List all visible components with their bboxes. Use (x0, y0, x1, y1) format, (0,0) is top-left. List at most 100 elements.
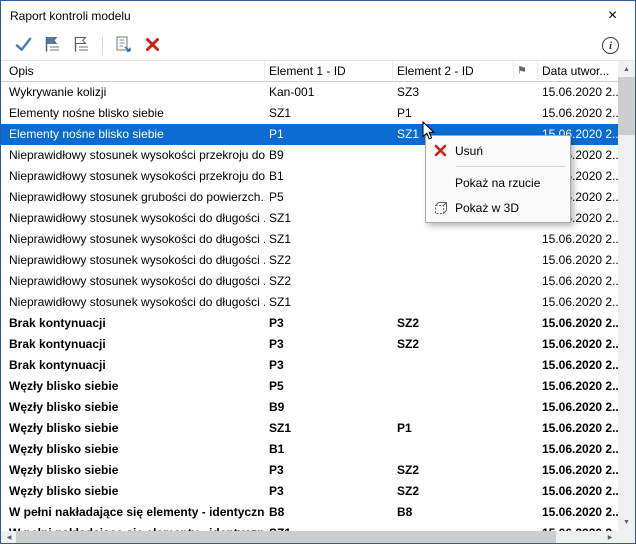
menu-item-label: Pokaż na rzucie (455, 175, 541, 190)
delete-x-icon (145, 37, 160, 55)
cell-el2: B8 (397, 505, 413, 519)
cell-el1: SZ2 (269, 274, 292, 288)
cell-opis: Węzły blisko siebie (9, 463, 119, 477)
table-row[interactable]: Węzły blisko siebie P3 SZ2 15.06.2020 2... (1, 460, 618, 481)
add-flag-button[interactable] (39, 34, 66, 58)
cell-flag (514, 229, 538, 250)
cell-el2 (393, 229, 514, 250)
cell-el1: SZ1 (269, 421, 292, 435)
table-row[interactable]: Nieprawidłowy stosunek wysokości do dług… (1, 292, 618, 313)
table-row[interactable]: Węzły blisko siebie SZ1 P1 15.06.2020 2... (1, 418, 618, 439)
cell-el1: B1 (269, 169, 284, 183)
delete-button[interactable] (139, 34, 166, 58)
cell-opis: Nieprawidłowy stosunek wysokości przekro… (9, 169, 265, 183)
table-row[interactable]: Nieprawidłowy stosunek wysokości do dług… (1, 271, 618, 292)
vertical-scroll-thumb[interactable] (618, 77, 635, 135)
column-header-element1[interactable]: Element 1 - ID (265, 61, 393, 81)
menu-item-pokaz-na-rzucie[interactable]: Pokaż na rzucie (426, 170, 570, 195)
cell-date: 15.06.2020 2... (542, 421, 618, 435)
cell-opis: Nieprawidłowy stosunek wysokości do dług… (9, 253, 265, 267)
column-header-element2[interactable]: Element 2 - ID (393, 61, 514, 81)
table-row[interactable]: Węzły blisko siebie B1 15.06.2020 2... (1, 439, 618, 460)
cell-el2 (393, 523, 514, 531)
scroll-up-arrow[interactable]: ▲ (618, 62, 635, 77)
context-menu: Usuń Pokaż na rzucie Pokaż w 3D (425, 135, 571, 223)
cell-date: 15.06.2020 2... (542, 442, 618, 456)
cell-date: 15.06.2020 2... (542, 85, 618, 99)
table-row[interactable]: Wykrywanie kolizji Kan-001 SZ3 15.06.2020 2… (1, 82, 618, 103)
table-row[interactable]: Nieprawidłowy stosunek wysokości do dług… (1, 229, 618, 250)
table-row[interactable]: Brak kontynuacji P3 15.06.2020 2... (1, 355, 618, 376)
remove-flag-button[interactable] (68, 34, 95, 58)
cell-el2: P1 (397, 106, 412, 120)
scroll-left-arrow[interactable]: ◀ (2, 531, 16, 543)
horizontal-scroll-thumb[interactable] (16, 531, 556, 543)
cell-el2: SZ2 (397, 463, 420, 477)
menu-item-label: Usuń (455, 143, 484, 158)
cell-el2: SZ2 (397, 316, 420, 330)
toolbar-separator (102, 36, 103, 55)
cell-el2 (393, 397, 514, 418)
close-button[interactable]: × (590, 1, 635, 31)
cell-el2: SZ2 (397, 484, 420, 498)
column-header-flag-icon[interactable]: ⚑ (514, 61, 538, 81)
cell-opis: Brak kontynuacji (9, 337, 106, 351)
cell-opis: Nieprawidłowy stosunek wysokości do dług… (9, 295, 265, 309)
table-row[interactable]: Elementy nośne blisko siebie SZ1 P1 15.06.2… (1, 103, 618, 124)
cell-flag (514, 313, 538, 334)
cell-opis: Wykrywanie kolizji (9, 85, 107, 99)
table-row[interactable]: W pełni nakładające się elementy - ident… (1, 523, 618, 531)
table-row[interactable]: Węzły blisko siebie P3 SZ2 15.06.2020 2... (1, 481, 618, 502)
cell-opis: Węzły blisko siebie (9, 379, 119, 393)
cell-date: 15.06.2020 2... (542, 379, 618, 393)
column-header-date[interactable]: Data utwor... (538, 61, 618, 81)
cell-el1: P3 (269, 484, 284, 498)
table-row[interactable]: Nieprawidłowy stosunek wysokości do dług… (1, 250, 618, 271)
table-row[interactable]: Brak kontynuacji P3 SZ2 15.06.2020 2... (1, 313, 618, 334)
column-header-opis[interactable]: Opis (1, 61, 265, 81)
vertical-scrollbar[interactable]: ▲ ▼ (618, 61, 635, 531)
horizontal-scrollbar[interactable]: ◀ ▶ (1, 531, 618, 543)
cell-opis: Węzły blisko siebie (9, 484, 119, 498)
cell-date: 15.06.2020 2... (542, 253, 618, 267)
cell-opis: W pełni nakładające się elementy - ident… (1, 523, 265, 531)
delete-x-icon (426, 144, 455, 157)
cell-el2 (393, 292, 514, 313)
cell-opis: Nieprawidłowy stosunek wysokości przekro… (9, 148, 265, 162)
cell-el1: P3 (269, 358, 284, 372)
cell-el1: SZ1 (269, 106, 292, 120)
cell-el2 (393, 355, 514, 376)
table-row[interactable]: Węzły blisko siebie P5 15.06.2020 2... (1, 376, 618, 397)
menu-item-usun[interactable]: Usuń (426, 138, 570, 163)
cell-flag (514, 418, 538, 439)
table-header: Opis Element 1 - ID Element 2 - ID ⚑ Dat… (1, 61, 618, 82)
cube-3d-icon (426, 200, 455, 216)
cell-opis: Nieprawidłowy stosunek grubości do powie… (9, 190, 265, 204)
cell-flag (514, 250, 538, 271)
cell-flag (514, 460, 538, 481)
report-button[interactable] (110, 34, 137, 58)
menu-separator (456, 166, 566, 167)
check-model-button[interactable] (10, 34, 37, 58)
cell-flag (514, 376, 538, 397)
cell-el1: B8 (269, 505, 285, 519)
cell-el1: SZ2 (269, 253, 292, 267)
scroll-down-arrow[interactable]: ▼ (618, 515, 635, 530)
close-icon: × (607, 7, 618, 24)
info-button[interactable]: i (602, 37, 619, 54)
table-row[interactable]: Węzły blisko siebie B9 15.06.2020 2... (1, 397, 618, 418)
cell-date: 15.06.2020 2... (542, 295, 618, 309)
menu-item-pokaz-w-3d[interactable]: Pokaż w 3D (426, 195, 570, 220)
cell-date: 15.06.2020 2... (542, 505, 618, 519)
table-row[interactable]: Brak kontynuacji P3 SZ2 15.06.2020 2... (1, 334, 618, 355)
info-icon: i (602, 37, 619, 54)
cell-flag (514, 502, 538, 523)
scroll-right-arrow[interactable]: ▶ (603, 531, 617, 543)
table-row[interactable]: W pełni nakładające się elementy - ident… (1, 502, 618, 523)
cell-flag (514, 103, 538, 124)
cell-flag (514, 271, 538, 292)
cell-date: 15.06.2020 2... (542, 232, 618, 246)
cell-date: 15.06.2020 2... (542, 358, 618, 372)
cell-date: 15.06.2020 2... (542, 337, 618, 351)
cell-date: 15.06.2020 2... (542, 400, 618, 414)
